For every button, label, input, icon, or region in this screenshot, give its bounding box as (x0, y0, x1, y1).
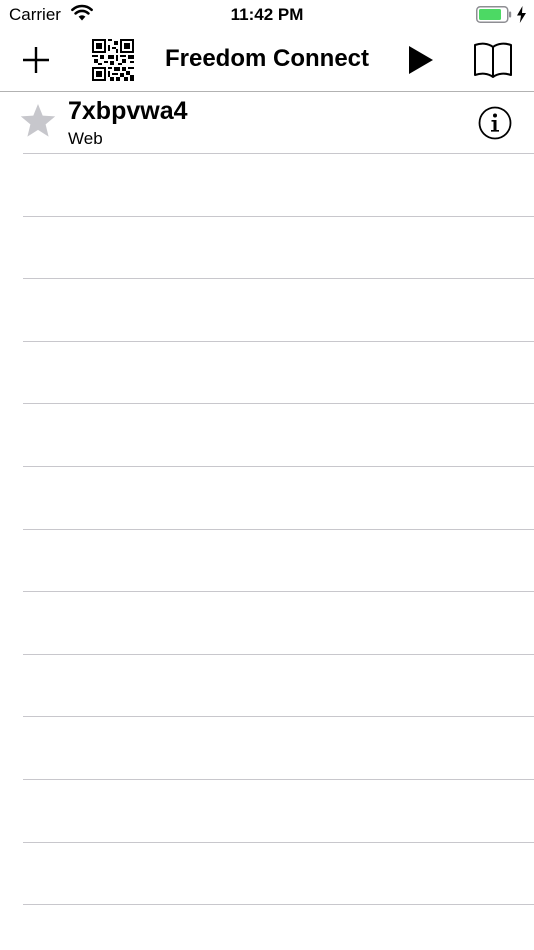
plus-icon (23, 47, 49, 73)
row-separator (23, 591, 534, 592)
battery-icon (476, 6, 512, 23)
empty-row (0, 155, 534, 217)
empty-row (0, 781, 534, 843)
star-icon[interactable] (19, 102, 57, 140)
play-icon (409, 46, 433, 74)
app-screen: Carrier 11:42 PM Freedom Connect 7xbpvwa… (0, 0, 534, 950)
row-separator (23, 466, 534, 467)
scan-qr-button[interactable] (92, 39, 134, 81)
add-button[interactable] (19, 43, 53, 77)
connection-list: 7xbpvwa4 Web (0, 92, 534, 950)
empty-row (0, 843, 534, 905)
status-time: 11:42 PM (230, 5, 304, 24)
book-icon (474, 42, 512, 78)
empty-row (0, 217, 534, 279)
item-title: 7xbpvwa4 (68, 97, 188, 125)
guide-button[interactable] (472, 41, 514, 79)
empty-row (0, 280, 534, 342)
navigation-bar: Freedom Connect (0, 30, 534, 92)
row-separator (23, 153, 534, 154)
row-separator (23, 403, 534, 404)
lightning-icon (516, 6, 527, 28)
list-item[interactable]: 7xbpvwa4 Web (0, 92, 534, 154)
info-icon[interactable] (478, 106, 512, 140)
empty-row (0, 530, 534, 592)
qr-code-icon (92, 39, 134, 81)
empty-row (0, 655, 534, 717)
empty-row (0, 593, 534, 655)
nav-title: Freedom Connect (164, 45, 370, 72)
empty-row (0, 718, 534, 780)
empty-row (0, 405, 534, 467)
row-separator (23, 278, 534, 279)
row-separator (23, 779, 534, 780)
item-subtitle: Web (68, 129, 103, 148)
empty-row (0, 468, 534, 530)
row-separator (23, 904, 534, 905)
row-separator (23, 716, 534, 717)
status-bar: Carrier 11:42 PM (0, 0, 534, 30)
play-button[interactable] (406, 43, 436, 77)
empty-row (0, 342, 534, 404)
